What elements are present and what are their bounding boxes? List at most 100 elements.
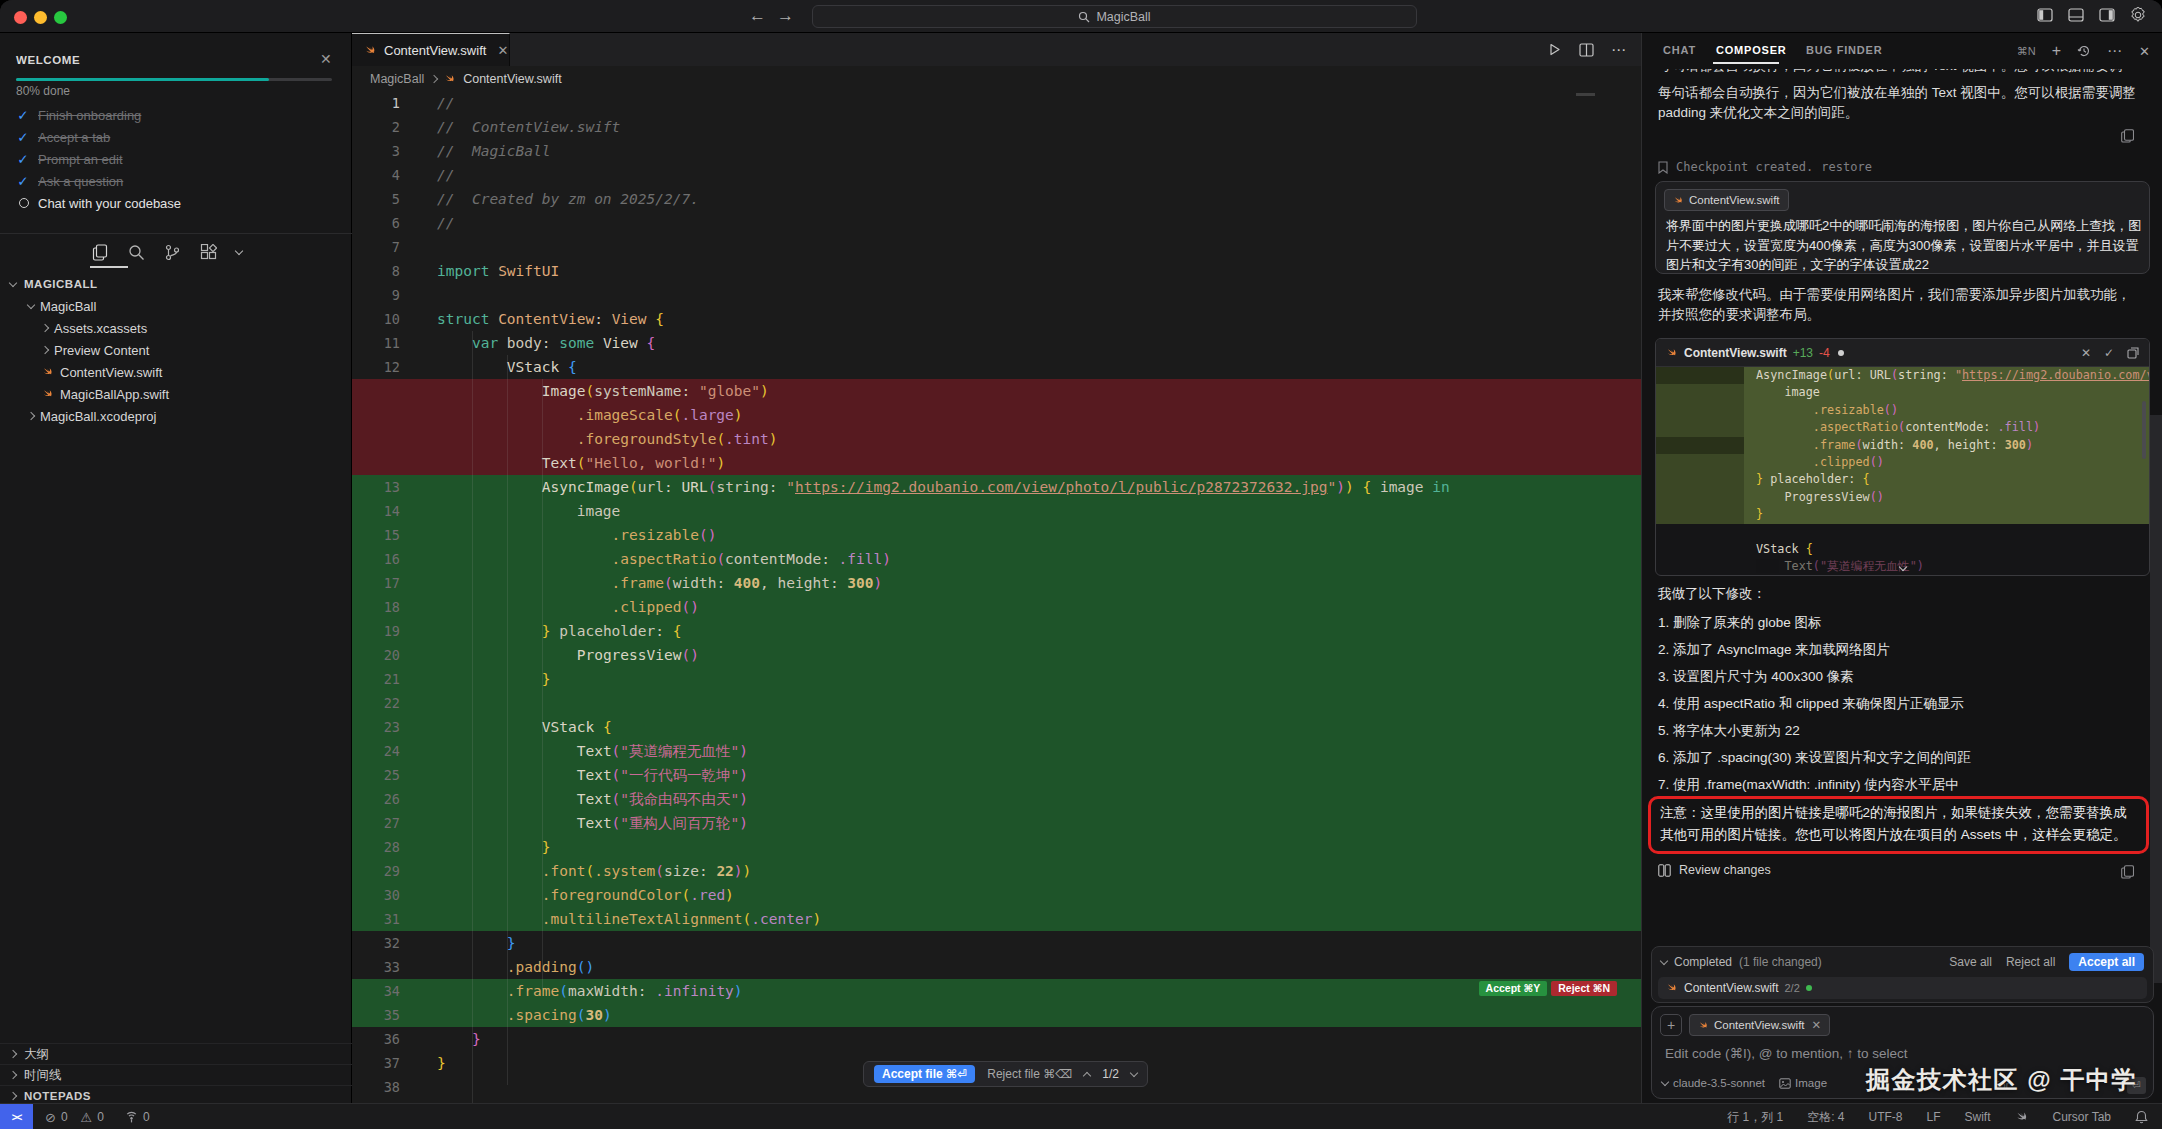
- welcome-item[interactable]: ✓Prompt an edit: [16, 148, 341, 170]
- source-control-icon[interactable]: [164, 244, 181, 261]
- next-diff-icon[interactable]: [1130, 1068, 1138, 1076]
- tab-bug-finder[interactable]: BUG FINDER: [1806, 44, 1882, 56]
- tab-composer[interactable]: COMPOSER: [1716, 44, 1787, 56]
- code-line[interactable]: 28 }: [352, 835, 1641, 859]
- tree-item-preview-content[interactable]: Preview Content: [0, 339, 352, 361]
- code-line[interactable]: 36 }: [352, 1027, 1641, 1051]
- code-line[interactable]: 30 .foregroundColor(.red): [352, 883, 1641, 907]
- panel-more-icon[interactable]: ⋯: [2107, 42, 2123, 60]
- code-line[interactable]: 2// ContentView.swift: [352, 115, 1641, 139]
- code-line[interactable]: 8import SwiftUI: [352, 259, 1641, 283]
- copy-icon[interactable]: [2121, 865, 2134, 879]
- history-icon[interactable]: [2077, 44, 2091, 58]
- code-line[interactable]: 22: [352, 691, 1641, 715]
- minimize-window-button[interactable]: [34, 11, 47, 24]
- collapse-completed-icon[interactable]: [1660, 957, 1668, 965]
- code-line[interactable]: 10struct ContentView: View {: [352, 307, 1641, 331]
- code-line[interactable]: 19 } placeholder: {: [352, 619, 1641, 643]
- errors-indicator[interactable]: ⊘0: [45, 1110, 68, 1125]
- welcome-item[interactable]: ✓Finish onboarding: [16, 104, 341, 126]
- code-line[interactable]: 20 ProgressView(): [352, 643, 1641, 667]
- toggle-left-sidebar-icon[interactable]: [2037, 8, 2053, 22]
- code-line[interactable]: 26 Text("我命由码不由天"): [352, 787, 1641, 811]
- sidebar-section-1[interactable]: 时间线: [0, 1064, 352, 1085]
- code-line[interactable]: 35 .spacing(30): [352, 1003, 1641, 1027]
- code-line[interactable]: 17 .frame(width: 400, height: 300): [352, 571, 1641, 595]
- maximize-window-button[interactable]: [54, 11, 67, 24]
- tab-chat[interactable]: CHAT: [1663, 44, 1696, 56]
- cursor-tab-indicator[interactable]: Cursor Tab: [2053, 1110, 2111, 1124]
- context-file-chip[interactable]: ContentView.swift ✕: [1689, 1014, 1830, 1036]
- swift-status-icon[interactable]: [2015, 1110, 2029, 1124]
- more-views-chevron-icon[interactable]: [235, 247, 243, 255]
- code-line[interactable]: Image(systemName: "globe"): [352, 379, 1641, 403]
- close-window-button[interactable]: [14, 11, 27, 24]
- code-line[interactable]: 14 image: [352, 499, 1641, 523]
- extensions-icon[interactable]: [200, 244, 217, 261]
- panel-scrollbar[interactable]: [2150, 415, 2162, 983]
- code-line[interactable]: 1//: [352, 91, 1641, 115]
- welcome-item[interactable]: Chat with your codebase: [16, 192, 341, 214]
- add-context-button[interactable]: +: [1660, 1014, 1682, 1036]
- warnings-indicator[interactable]: ⚠0: [81, 1110, 104, 1125]
- apply-icon[interactable]: ✓: [2104, 346, 2114, 360]
- accept-hunk-button[interactable]: Accept ⌘Y: [1479, 981, 1548, 996]
- code-line[interactable]: 12 VStack {: [352, 355, 1641, 379]
- file-chip[interactable]: ContentView.swift: [1664, 189, 1789, 211]
- code-line[interactable]: 34 .frame(maxWidth: .infinity): [352, 979, 1641, 1003]
- code-line[interactable]: 27 Text("重构人间百万轮"): [352, 811, 1641, 835]
- more-actions-icon[interactable]: ⋯: [1611, 41, 1627, 59]
- changed-file-row[interactable]: ContentView.swift 2/2: [1658, 977, 2147, 999]
- copy-icon[interactable]: [2121, 129, 2134, 143]
- ports-indicator[interactable]: 0: [125, 1110, 150, 1124]
- restore-link[interactable]: restore: [1821, 160, 1872, 174]
- code-line[interactable]: 24 Text("莫道编程无血性"): [352, 739, 1641, 763]
- code-line[interactable]: 21 }: [352, 667, 1641, 691]
- accept-all-button[interactable]: Accept all: [2069, 953, 2144, 971]
- tree-item-contentview-swift[interactable]: ContentView.swift: [0, 361, 352, 383]
- reject-hunk-button[interactable]: Reject ⌘N: [1551, 981, 1617, 996]
- code-line[interactable]: 5// Created by zm on 2025/2/7.: [352, 187, 1641, 211]
- code-line[interactable]: 29 .font(.system(size: 22)): [352, 859, 1641, 883]
- review-changes-button[interactable]: Review changes: [1658, 863, 1771, 877]
- prev-diff-icon[interactable]: [1083, 1071, 1091, 1079]
- code-line[interactable]: 18 .clipped(): [352, 595, 1641, 619]
- welcome-item[interactable]: ✓Accept a tab: [16, 126, 341, 148]
- language-indicator[interactable]: Swift: [1965, 1110, 1991, 1124]
- attach-image-button[interactable]: Image: [1779, 1077, 1827, 1089]
- code-line[interactable]: 23 VStack {: [352, 715, 1641, 739]
- toggle-right-panel-icon[interactable]: [2099, 8, 2115, 22]
- remove-chip-icon[interactable]: ✕: [1812, 1018, 1822, 1032]
- tree-item-magicballapp-swift[interactable]: MagicBallApp.swift: [0, 383, 352, 405]
- code-line[interactable]: 32 }: [352, 931, 1641, 955]
- toggle-bottom-panel-icon[interactable]: [2068, 8, 2084, 22]
- code-line[interactable]: 9: [352, 283, 1641, 307]
- code-line[interactable]: 13 AsyncImage(url: URL(string: "https://…: [352, 475, 1641, 499]
- tree-item-assets-xcassets[interactable]: Assets.xcassets: [0, 317, 352, 339]
- cursor-position-indicator[interactable]: 行 1，列 1: [1727, 1109, 1783, 1126]
- code-line[interactable]: 33 .padding(): [352, 955, 1641, 979]
- code-line[interactable]: 4//: [352, 163, 1641, 187]
- code-line[interactable]: 15 .resizable(): [352, 523, 1641, 547]
- accept-file-button[interactable]: Accept file ⌘⏎: [874, 1065, 975, 1083]
- expand-code-chevron-icon[interactable]: [1900, 556, 1906, 574]
- welcome-item[interactable]: ✓Ask a question: [16, 170, 341, 192]
- code-line[interactable]: 6//: [352, 211, 1641, 235]
- reject-all-button[interactable]: Reject all: [2006, 955, 2055, 969]
- welcome-close-icon[interactable]: ✕: [320, 51, 332, 67]
- code-line[interactable]: 31 .multilineTextAlignment(.center): [352, 907, 1641, 931]
- bell-icon[interactable]: [2135, 1110, 2148, 1124]
- tree-item-magicball-xcodeproj[interactable]: MagicBall.xcodeproj: [0, 405, 352, 427]
- code-line[interactable]: 11 var body: some View {: [352, 331, 1641, 355]
- sidebar-section-0[interactable]: 大纲: [0, 1043, 352, 1064]
- code-card-scrollbar[interactable]: [2142, 401, 2146, 459]
- code-line[interactable]: Text("Hello, world!"): [352, 451, 1641, 475]
- code-line[interactable]: 16 .aspectRatio(contentMode: .fill): [352, 547, 1641, 571]
- indentation-indicator[interactable]: 空格: 4: [1807, 1109, 1844, 1126]
- search-sidebar-icon[interactable]: [128, 244, 145, 261]
- reject-file-button[interactable]: Reject file ⌘⌫: [987, 1067, 1072, 1081]
- breadcrumb[interactable]: MagicBall ContentView.swift: [352, 66, 1641, 91]
- tree-item-magicball[interactable]: MagicBall: [0, 295, 352, 317]
- tree-root-magicball[interactable]: MAGICBALL: [0, 273, 352, 295]
- code-line[interactable]: 25 Text("一行代码一乾坤"): [352, 763, 1641, 787]
